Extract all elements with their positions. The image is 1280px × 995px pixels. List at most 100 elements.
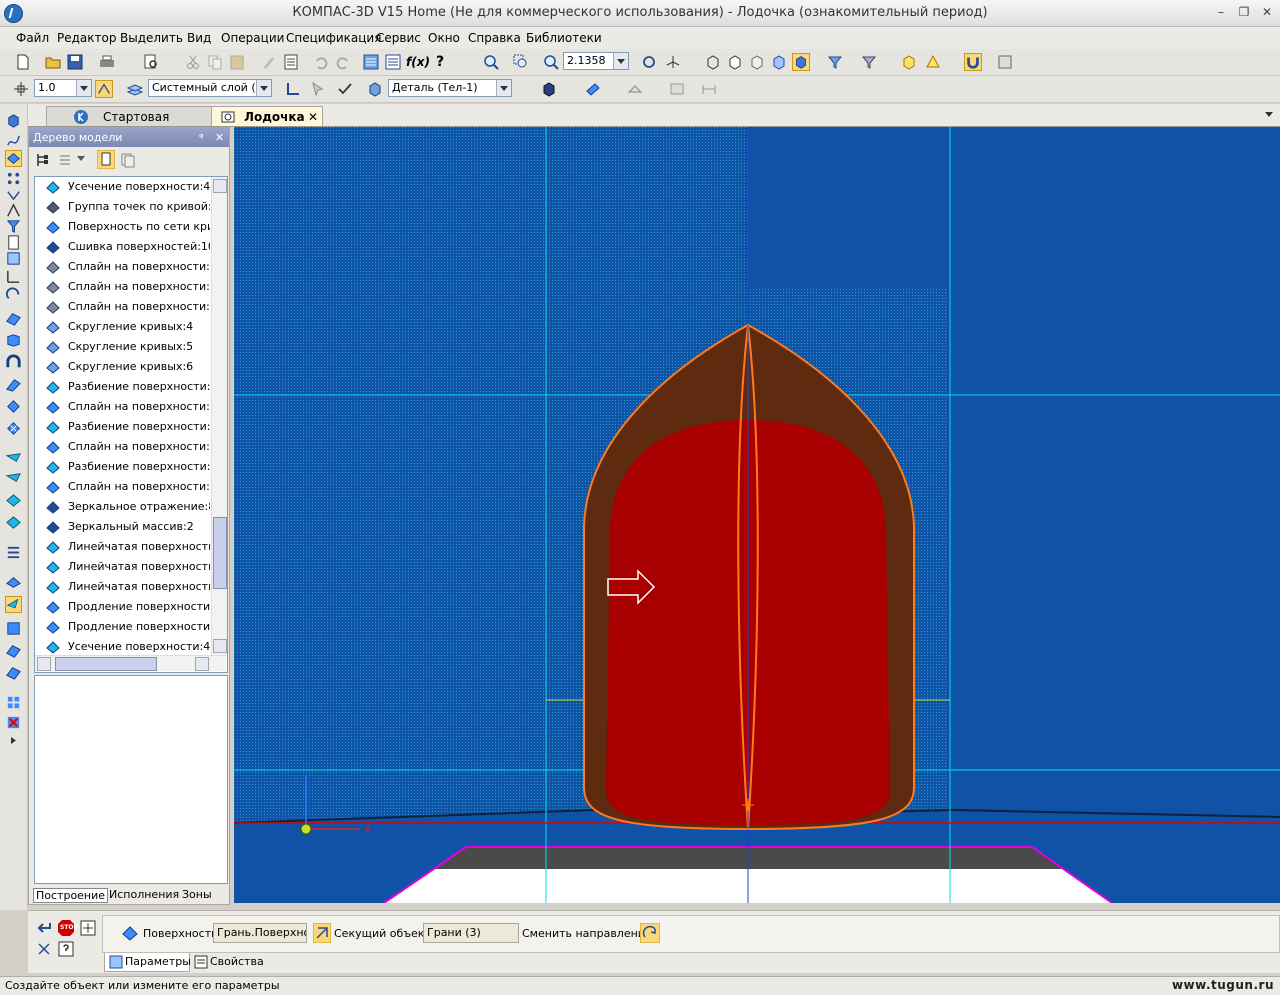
new-file-icon[interactable]	[14, 53, 32, 71]
sections-icon[interactable]	[924, 53, 942, 71]
mirror-icon[interactable]	[5, 664, 22, 681]
menu-specification[interactable]: Спецификация	[286, 31, 381, 45]
tree-item[interactable]: Сплайн на поверхности:17	[35, 277, 210, 297]
tree-item[interactable]: Разбиение поверхности:7	[35, 417, 210, 437]
menu-service[interactable]: Сервис	[376, 31, 421, 45]
tree-item[interactable]: Продление поверхности:1	[35, 597, 210, 617]
split-icon[interactable]	[5, 544, 22, 561]
preview-icon[interactable]	[142, 53, 160, 71]
snap-point-icon[interactable]	[12, 80, 30, 98]
cutting-object-icon[interactable]	[313, 923, 331, 943]
kinematic-surface-icon[interactable]	[5, 354, 22, 371]
tab-lodochka[interactable]: Лодочка ✕	[211, 106, 323, 126]
paste-icon[interactable]	[228, 53, 246, 71]
curve-icon[interactable]	[5, 186, 22, 203]
scroll-down-icon[interactable]	[213, 639, 227, 653]
array-icon[interactable]	[5, 694, 22, 711]
delete-icon[interactable]	[5, 714, 22, 731]
ruled-surface-icon[interactable]	[5, 450, 22, 467]
properties-icon[interactable]	[282, 53, 300, 71]
flip-direction-icon[interactable]	[640, 923, 660, 943]
tree-view-icon[interactable]	[97, 150, 115, 169]
rotate-tool-icon[interactable]	[5, 286, 22, 303]
model-viewport[interactable]: X	[234, 127, 1280, 903]
print-icon[interactable]	[98, 53, 116, 71]
tab-zones[interactable]: Зоны	[182, 888, 212, 901]
filter-funnel-icon[interactable]	[5, 218, 22, 235]
auto-create-icon[interactable]	[80, 920, 96, 936]
extrude-surface-icon[interactable]	[5, 310, 22, 327]
layers-icon[interactable]	[126, 80, 144, 98]
tab-close-icon[interactable]: ✕	[308, 107, 318, 127]
menu-editor[interactable]: Редактор	[57, 31, 116, 45]
tree-item[interactable]: Группа точек по кривой:5	[35, 197, 210, 217]
scroll-left-icon[interactable]	[37, 657, 51, 671]
document-icon[interactable]	[5, 234, 22, 251]
fill-icon[interactable]	[5, 514, 22, 531]
tree-copy-icon[interactable]	[120, 152, 136, 168]
tree-item[interactable]: Сплайн на поверхности:34	[35, 477, 210, 497]
menu-window[interactable]: Окно	[428, 31, 460, 45]
select-filter-icon[interactable]	[860, 53, 878, 71]
tree-item[interactable]: Разбиение поверхности:2	[35, 377, 210, 397]
minimize-button[interactable]: –	[1213, 5, 1229, 19]
dimension-icon[interactable]	[700, 80, 718, 98]
tree-item[interactable]: Линейчатая поверхность:1	[35, 537, 210, 557]
scroll-thumb[interactable]	[213, 517, 227, 589]
tab-properties[interactable]: Свойства	[192, 953, 272, 971]
redo-icon[interactable]	[334, 53, 352, 71]
chevron-down-icon[interactable]	[77, 156, 85, 162]
hscroll-thumb[interactable]	[55, 657, 157, 671]
mesh-surface-icon[interactable]	[5, 420, 22, 437]
tree-item[interactable]: Зеркальное отражение:8	[35, 497, 210, 517]
rotate-icon[interactable]	[640, 53, 658, 71]
help-button[interactable]: ?	[436, 53, 454, 71]
measure-tool-icon[interactable]	[5, 268, 22, 285]
copy-icon[interactable]	[206, 53, 224, 71]
perspective-icon[interactable]	[900, 53, 918, 71]
check-icon[interactable]	[336, 80, 354, 98]
trim-surface-icon[interactable]	[5, 596, 22, 613]
measure-icon[interactable]	[668, 80, 686, 98]
line-width-combo[interactable]: 1.0	[34, 79, 92, 97]
zoom-icon[interactable]	[542, 53, 560, 71]
light-icon[interactable]	[626, 80, 644, 98]
settings-icon[interactable]	[996, 53, 1014, 71]
cutting-object-field[interactable]: Грани (3)	[423, 923, 519, 943]
magnet-icon[interactable]	[964, 53, 982, 71]
menu-help[interactable]: Справка	[468, 31, 521, 45]
model-canvas[interactable]: X	[234, 127, 1280, 903]
split-surface-icon[interactable]	[5, 620, 22, 637]
extend-icon[interactable]	[5, 574, 22, 591]
chevron-down-icon[interactable]	[256, 80, 271, 96]
scroll-up-icon[interactable]	[213, 179, 227, 193]
scroll-right-icon[interactable]	[195, 657, 209, 671]
chevron-down-icon[interactable]	[496, 80, 511, 96]
open-file-icon[interactable]	[44, 53, 62, 71]
zoom-window-icon[interactable]	[512, 53, 530, 71]
layer-combo[interactable]: Системный слой (0)	[148, 79, 272, 97]
zoom-combo[interactable]: 2.1358	[563, 52, 629, 70]
tree-item[interactable]: Скругление кривых:5	[35, 337, 210, 357]
snap-icon[interactable]	[36, 941, 52, 957]
tree-horizontal-scrollbar[interactable]	[35, 655, 226, 671]
patch-icon[interactable]	[5, 398, 22, 415]
sew-icon[interactable]	[5, 492, 22, 509]
filter-icon[interactable]	[826, 53, 844, 71]
create-object-icon[interactable]	[36, 921, 52, 935]
tree-item[interactable]: Зеркальный массив:2	[35, 517, 210, 537]
material-icon[interactable]	[584, 80, 602, 98]
spec-icon[interactable]	[384, 53, 402, 71]
surfaces-mode-icon[interactable]	[5, 150, 22, 167]
tab-parameters[interactable]: Параметры	[104, 953, 191, 972]
tree-item[interactable]: Сшивка поверхностей:10	[35, 237, 210, 257]
tree-structure-icon[interactable]	[35, 152, 51, 168]
tree-item[interactable]: Продление поверхности:2	[35, 617, 210, 637]
menu-file[interactable]: Файл	[16, 31, 49, 45]
surface-field[interactable]: Грань.Поверхность	[213, 923, 307, 943]
rotation-surface-icon[interactable]	[5, 332, 22, 349]
tree-item[interactable]: Сплайн на поверхности:32	[35, 397, 210, 417]
part-icon[interactable]	[366, 80, 384, 98]
tab-construction[interactable]: Построение	[33, 888, 109, 903]
tree-item[interactable]: Скругление кривых:4	[35, 317, 210, 337]
